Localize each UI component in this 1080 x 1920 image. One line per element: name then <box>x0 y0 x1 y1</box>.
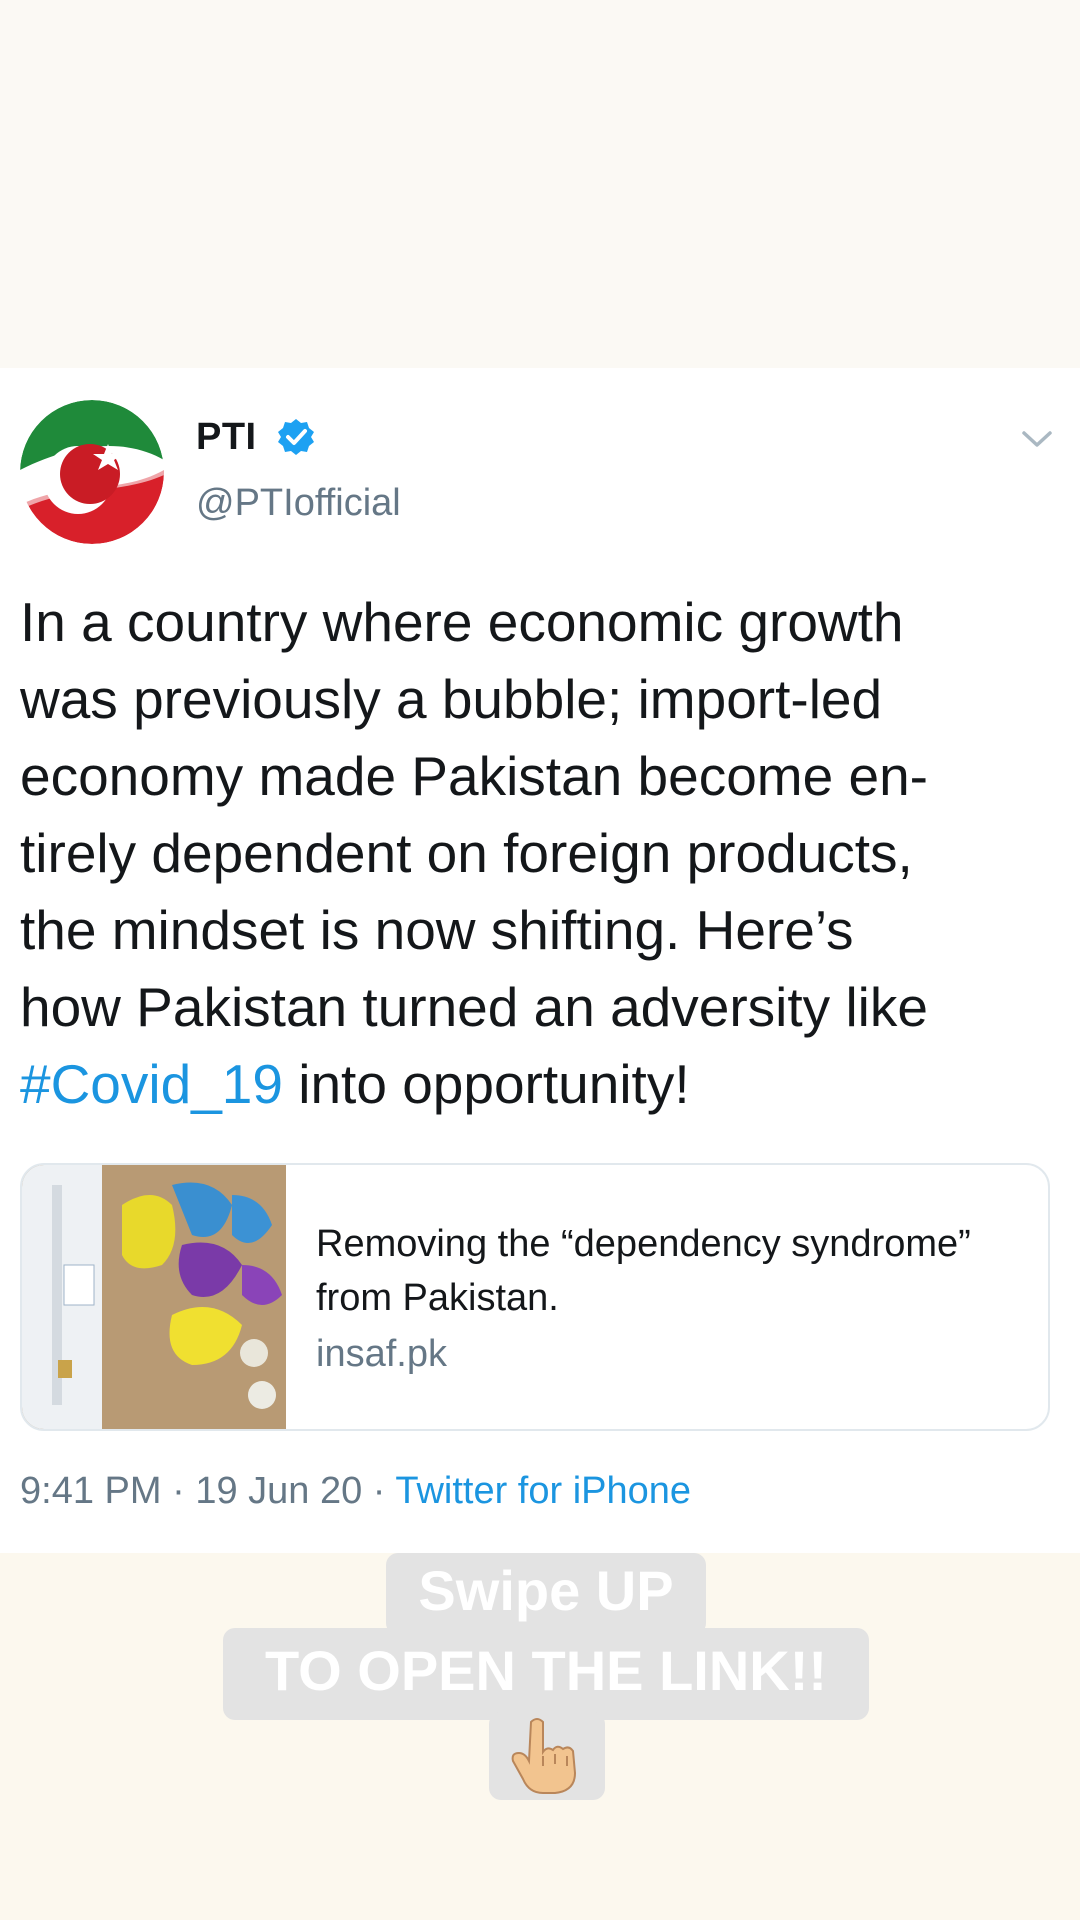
tweet-text-line: the mindset is now shifting. Here’s <box>20 899 854 961</box>
open-link-label[interactable]: TO OPEN THE LINK!! <box>223 1638 869 1703</box>
avatar[interactable] <box>20 400 164 544</box>
pti-flag-avatar-image <box>20 400 164 544</box>
story-top-background <box>0 0 1080 368</box>
tweet-date[interactable]: 19 Jun 20 <box>195 1470 362 1512</box>
link-preview-thumbnail <box>22 1165 286 1429</box>
tweet-text-last-line: #Covid_19 into opportunity! <box>20 1046 1060 1123</box>
link-preview-title[interactable]: Removing the “dependency syndrome” from … <box>316 1217 1016 1325</box>
display-name[interactable]: PTI <box>196 416 257 459</box>
user-handle[interactable]: @PTIofficial <box>196 482 401 525</box>
hashtag-link[interactable]: #Covid_19 <box>20 1053 283 1115</box>
tweet-text-tail: into opportunity! <box>282 1053 690 1115</box>
tweet-text-line: economy made Pakistan become en- <box>20 745 928 807</box>
chevron-down-icon[interactable] <box>1020 428 1054 450</box>
tweet-text-line: was previously a bubble; import-led <box>20 668 883 730</box>
tweet-text: In a country where economic growth was p… <box>20 584 1060 1123</box>
tweet-text-line: tirely dependent on foreign products, <box>20 822 913 884</box>
swipe-up-label[interactable]: Swipe UP <box>386 1558 706 1623</box>
tweet-text-line: In a country where economic growth <box>20 591 904 653</box>
link-preview-domain: insaf.pk <box>316 1333 447 1375</box>
tweet-time[interactable]: 9:41 PM <box>20 1470 162 1512</box>
link-preview-card[interactable]: Removing the “dependency syndrome” from … <box>20 1163 1050 1431</box>
verified-badge-icon <box>278 419 314 455</box>
meta-separator: · <box>161 1470 196 1512</box>
meta-separator: · <box>362 1470 396 1512</box>
tweet-meta: 9:41 PM · 19 Jun 20 · Twitter for iPhone <box>20 1470 691 1513</box>
tweet-text-line: how Pakistan turned an adversity like <box>20 976 928 1038</box>
tweet-source-link[interactable]: Twitter for iPhone <box>395 1470 691 1512</box>
pointing-down-hand-icon <box>511 1718 577 1794</box>
